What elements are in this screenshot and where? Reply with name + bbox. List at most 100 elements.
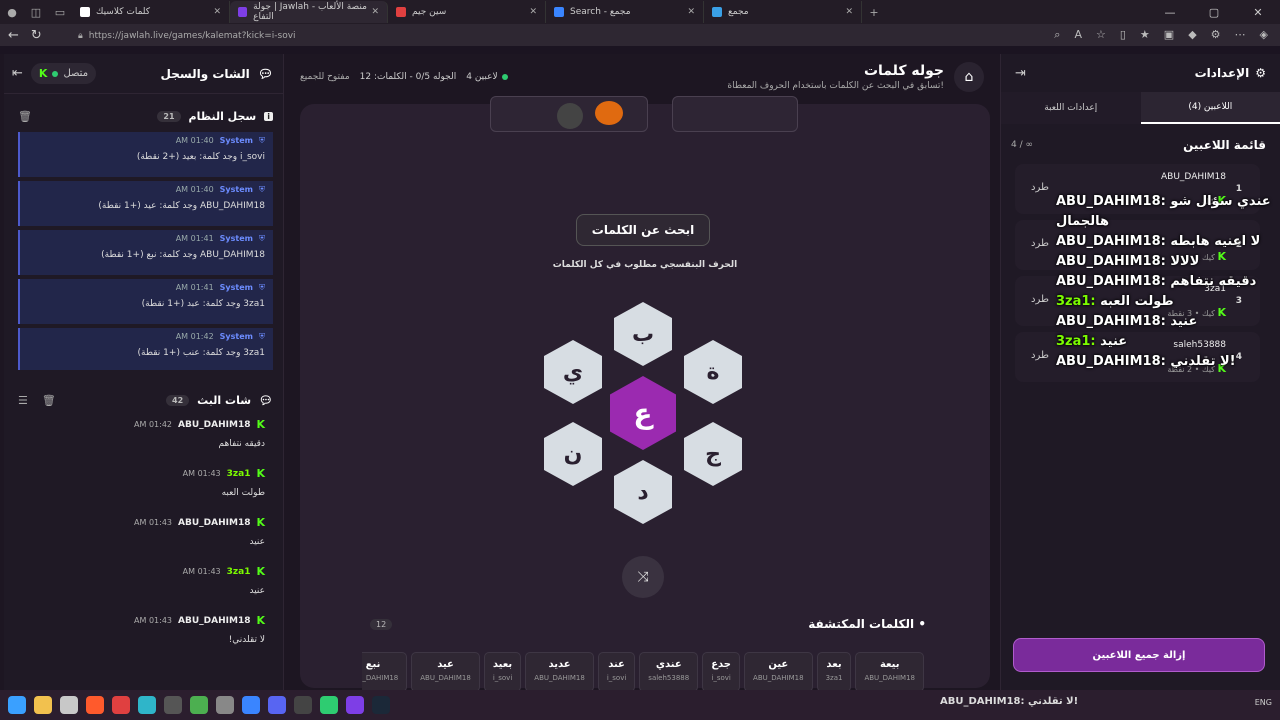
tab-game-settings[interactable]: إعدادات اللعبة <box>1001 92 1141 124</box>
file-explorer-icon[interactable] <box>34 696 52 714</box>
tab-actions-icon[interactable]: ▭ <box>48 1 72 23</box>
trash-icon[interactable]: 🗑︎ <box>18 110 32 123</box>
browser-tab[interactable]: Search - مجمع ✕ <box>546 1 704 23</box>
trash-icon[interactable]: 🗑︎ <box>42 394 56 407</box>
collapse-panel-icon[interactable]: ⇥ <box>1015 66 1026 81</box>
kick-player-button[interactable]: طرد <box>1031 182 1049 193</box>
overlay-user: ABU_DAHIM18: <box>1056 254 1166 269</box>
chat-log-panel: ⇤ K متصل الشات والسجل 💬︎ 🗑︎ 21 سجل النظام i … <box>4 54 284 690</box>
overlay-user: ABU_DAHIM18: <box>1056 354 1166 369</box>
app: ⇤ K متصل الشات والسجل 💬︎ 🗑︎ 21 سجل النظام i … <box>0 54 1280 706</box>
letter-tile-top-left[interactable]: ي <box>544 340 602 404</box>
tab-label: Search - مجمع <box>570 7 631 17</box>
brave-icon[interactable] <box>86 696 104 714</box>
stream-chat-list[interactable]: K ABU_DAHIM18 01:42 AM دقيقه نتفاهم K 3za1 0… <box>4 414 283 664</box>
toast-text: ABU_DAHIM18: لا تقلدني! <box>940 696 1079 707</box>
menu-icon[interactable]: ⋯ <box>1235 28 1246 42</box>
shuffle-button[interactable]: ⤨ <box>622 556 664 598</box>
windows-start-icon[interactable] <box>8 696 26 714</box>
browser-tab[interactable]: كلمات كلاسيك ✕ <box>72 1 230 23</box>
steam-icon[interactable] <box>372 696 390 714</box>
browser-tab-active[interactable]: جولة | Jawlah - منصة الألعاب التفاع ✕ <box>230 1 388 23</box>
refresh-icon[interactable]: ↻ <box>31 28 42 43</box>
app-icon[interactable] <box>60 696 78 714</box>
home-button[interactable]: ⌂ <box>954 62 984 92</box>
app-icon[interactable] <box>112 696 130 714</box>
open-info: مفتوح للجميع <box>300 72 350 82</box>
remove-all-players-button[interactable]: إزالة جميع اللاعبين <box>1013 638 1265 672</box>
letter-tile-top-right[interactable]: ة <box>684 340 742 404</box>
overlay-text: لا تقلدني! <box>1170 354 1236 369</box>
workspaces-icon[interactable]: ◫ <box>24 1 48 23</box>
kick-player-button[interactable]: طرد <box>1031 350 1049 361</box>
letter-tile-bottom[interactable]: د <box>614 460 672 524</box>
info-icon: i <box>264 111 273 121</box>
log-time: 01:42 AM <box>175 332 214 341</box>
close-window-icon[interactable]: ✕ <box>1236 0 1280 24</box>
app-icon[interactable] <box>190 696 208 714</box>
round-info: الجوله 0/5 - الكلمات: 12 <box>359 72 457 82</box>
filter-icon[interactable]: ☰ <box>18 394 28 407</box>
settings-panel: ⇥ الإعدادات ⚙ اللاعبين (4) إعدادات اللعبة… <box>1000 54 1280 690</box>
profile-icon[interactable]: ● <box>0 1 24 23</box>
kick-player-button[interactable]: طرد <box>1031 294 1049 305</box>
minimize-icon[interactable]: — <box>1148 0 1192 24</box>
shield-icon: ⛨ <box>259 234 265 243</box>
letter-tile-bottom-left[interactable]: ن <box>544 422 602 486</box>
browser-tab[interactable]: مجمع ✕ <box>704 1 862 23</box>
read-aloud-icon[interactable]: A <box>1074 28 1082 42</box>
tab-players[interactable]: اللاعبين (4) <box>1140 92 1280 124</box>
chat-message: K 3za1 01:43 AM عنيد <box>4 561 283 610</box>
player-platform: كيك <box>1201 253 1215 262</box>
overlay-text: عنيد <box>1100 334 1128 349</box>
find-words-button[interactable]: ابحث عن الكلمات <box>576 214 710 246</box>
edge-icon[interactable] <box>138 696 156 714</box>
kick-label: طرد <box>1031 238 1049 249</box>
close-tab-icon[interactable]: ✕ <box>529 7 537 17</box>
kick-icon: K <box>256 614 265 627</box>
app-icon[interactable] <box>346 696 364 714</box>
extension-icon[interactable]: ◆ <box>1188 28 1196 42</box>
gear-icon: ⚙ <box>1255 66 1266 80</box>
app-icon[interactable] <box>164 696 182 714</box>
app-icon[interactable] <box>294 696 312 714</box>
letter-tile-bottom-right[interactable]: ج <box>684 422 742 486</box>
kick-player-button[interactable]: طرد <box>1031 238 1049 249</box>
url-field[interactable]: 🔒︎ https://jawlah.live/games/kalemat?kick… <box>68 27 1128 45</box>
maximize-icon[interactable]: ▢ <box>1192 0 1236 24</box>
address-bar: ← ↻ 🔒︎ https://jawlah.live/games/kalemat?… <box>0 24 1280 46</box>
discord-icon[interactable] <box>268 696 286 714</box>
app-icon[interactable] <box>320 696 338 714</box>
system-log-list[interactable]: ⛨ System 01:40 AM i_sovi وجد كلمة: بعيد (+… <box>4 128 283 370</box>
new-tab-icon[interactable]: + <box>862 1 886 23</box>
collections-icon[interactable]: ▣ <box>1164 28 1174 42</box>
language-indicator[interactable]: ENG <box>1255 698 1272 707</box>
letter-tile-center[interactable]: ع <box>610 376 676 450</box>
collapse-panel-icon[interactable]: ⇤ <box>12 66 23 81</box>
zoom-icon[interactable]: ⌕ <box>1054 28 1060 42</box>
extensions-icon[interactable]: ⚙ <box>1211 28 1221 42</box>
shield-icon: ⛨ <box>259 332 265 341</box>
players-title: قائمة اللاعبين <box>1183 138 1266 152</box>
copilot-icon[interactable]: ◈ <box>1260 28 1268 42</box>
overlay-line: 3za1: طولت العبه <box>1056 294 1174 309</box>
close-tab-icon[interactable]: ✕ <box>845 7 853 17</box>
game-subtitle: تسابق في البحث عن الكلمات باستخدام الحرو… <box>727 81 944 91</box>
browser-tab[interactable]: سين جيم ✕ <box>388 1 546 23</box>
word-user: saleh53888 <box>648 674 690 682</box>
word: جدع <box>711 659 732 670</box>
word-chip: عند i_sovi <box>597 652 636 692</box>
favorites-icon[interactable]: ★ <box>1140 28 1150 42</box>
log-time: 01:40 AM <box>175 136 214 145</box>
back-icon[interactable]: ← <box>8 28 19 43</box>
close-tab-icon[interactable]: ✕ <box>371 7 379 17</box>
split-screen-icon[interactable]: ▯ <box>1120 28 1126 42</box>
close-tab-icon[interactable]: ✕ <box>213 7 221 17</box>
chat-text: لا تقلدني! <box>228 635 265 645</box>
app-icon[interactable] <box>242 696 260 714</box>
favorite-star-icon[interactable]: ☆ <box>1096 28 1106 42</box>
app-icon[interactable] <box>216 696 234 714</box>
close-tab-icon[interactable]: ✕ <box>687 7 695 17</box>
find-words-label: ابحث عن الكلمات <box>591 223 695 237</box>
letter-tile-top[interactable]: ب <box>614 302 672 366</box>
